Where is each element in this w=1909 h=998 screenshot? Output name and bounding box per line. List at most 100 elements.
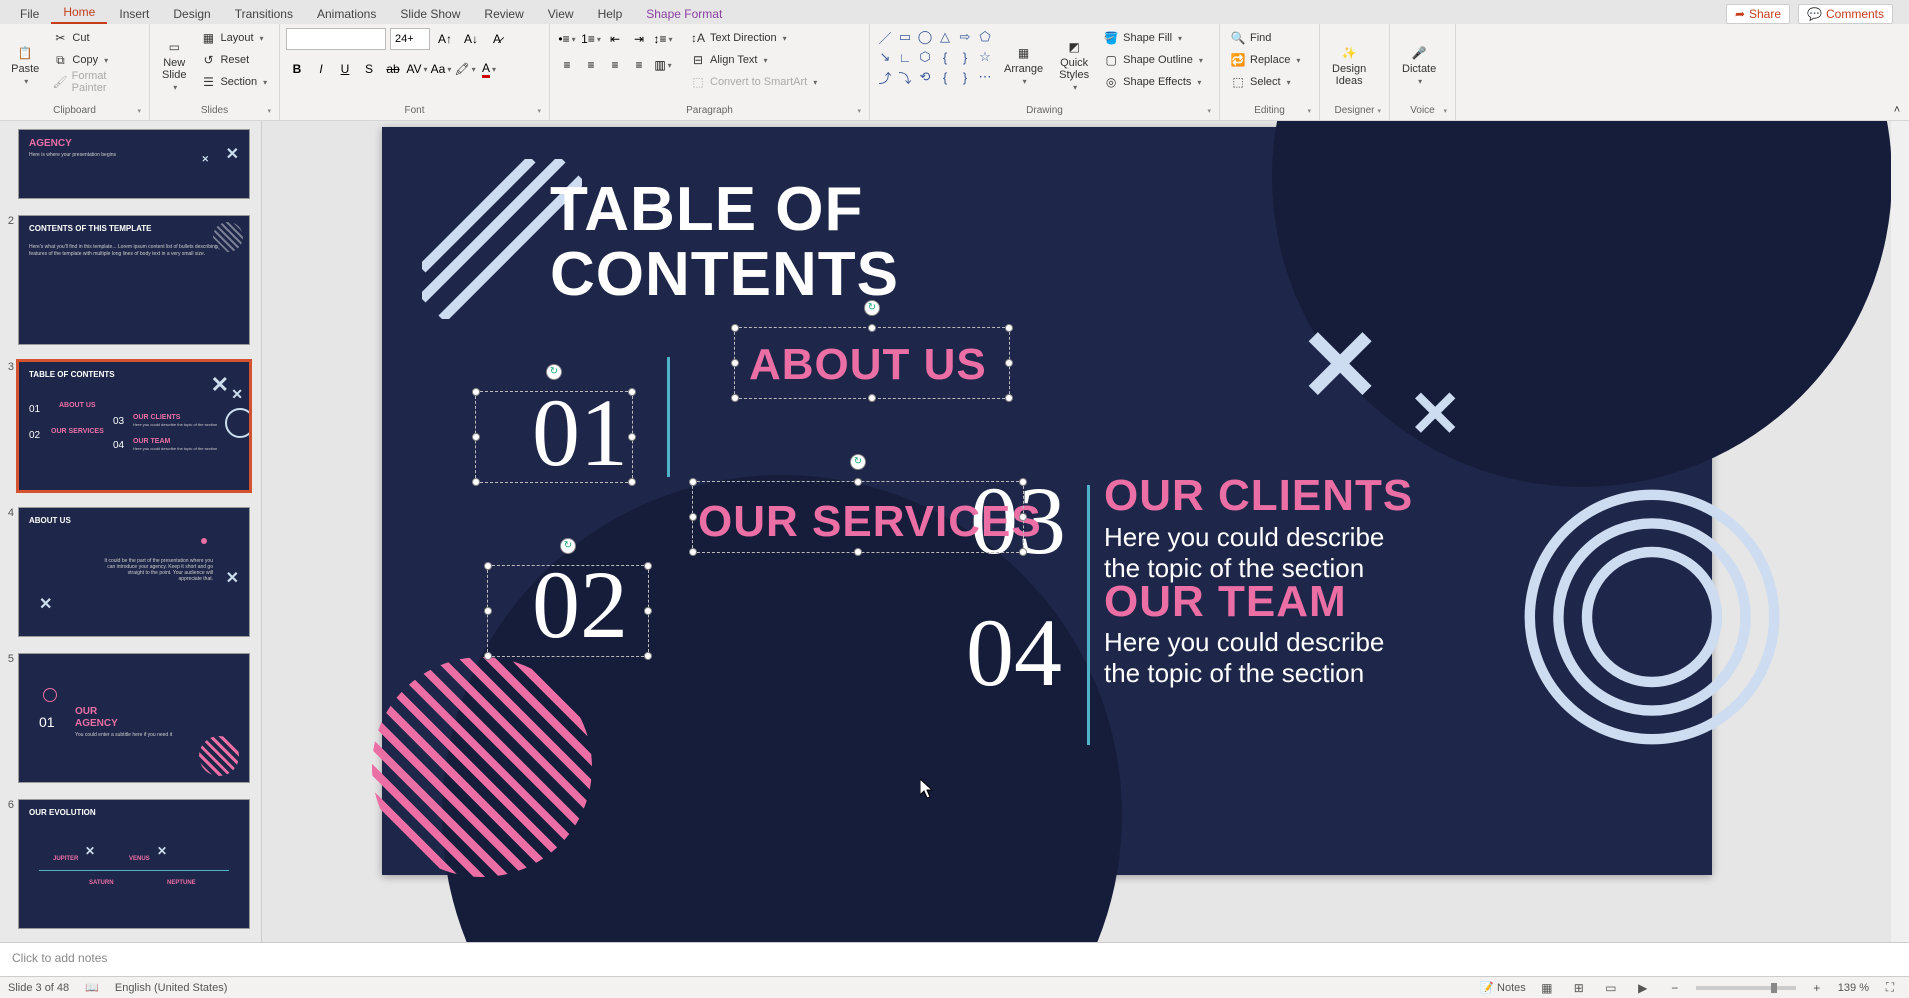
heading-about-us[interactable]: ABOUT US [749, 340, 987, 390]
align-text-button[interactable]: ⊟Align Text▾ [686, 50, 821, 70]
copy-button[interactable]: ⧉Copy▾ [48, 50, 143, 70]
dictate-button[interactable]: 🎤Dictate▾ [1396, 28, 1442, 103]
thumb-desc: Here you could describe the topic of the… [133, 446, 217, 451]
heading-our-team[interactable]: OUR TEAM [1104, 577, 1347, 627]
decrease-indent-button[interactable]: ⇤ [604, 28, 626, 50]
font-name-input[interactable] [286, 28, 386, 50]
toc-number-01[interactable]: 01 [532, 377, 628, 488]
replace-button[interactable]: 🔁Replace▾ [1226, 50, 1304, 70]
tab-slideshow[interactable]: Slide Show [388, 3, 472, 24]
fit-to-window-button[interactable]: ⛶ [1879, 979, 1901, 997]
share-button[interactable]: ➦Share [1726, 4, 1790, 24]
decor-circle [213, 222, 243, 252]
shape-outline-button[interactable]: ▢Shape Outline▾ [1099, 50, 1207, 70]
tab-file[interactable]: File [8, 3, 51, 24]
font-color-button[interactable]: A▾ [478, 58, 500, 80]
slide-thumbnail-6[interactable]: OUR EVOLUTION JUPITER VENUS SATURN NEPTU… [18, 799, 250, 929]
tab-review[interactable]: Review [472, 3, 535, 24]
slide-title[interactable]: TABLE OF CONTENTS [550, 177, 899, 307]
select-label: Select [1250, 76, 1281, 88]
align-right-button[interactable]: ≡ [604, 54, 626, 76]
slide-thumbnail-2[interactable]: CONTENTS OF THIS TEMPLATE Here's what yo… [18, 215, 250, 345]
status-language[interactable]: English (United States) [115, 982, 228, 994]
shape-fill-button[interactable]: 🪣Shape Fill▾ [1099, 28, 1207, 48]
justify-button[interactable]: ≡ [628, 54, 650, 76]
bullets-button[interactable]: •≡▾ [556, 28, 578, 50]
shape-effects-button[interactable]: ◎Shape Effects▾ [1099, 72, 1207, 92]
tab-shape-format[interactable]: Shape Format [634, 3, 734, 24]
spellcheck-icon[interactable]: 📖 [85, 981, 99, 994]
slide-thumbnail-5[interactable]: 01 OUR AGENCY You could enter a subtitle… [18, 653, 250, 783]
notes-pane[interactable]: Click to add notes [0, 942, 1909, 976]
design-ideas-button[interactable]: ✨Design Ideas [1326, 28, 1372, 103]
heading-our-clients[interactable]: OUR CLIENTS [1104, 471, 1413, 521]
cut-button[interactable]: ✂Cut [48, 28, 143, 48]
slide-thumbnail-4[interactable]: ABOUT US It could be the part of the pre… [18, 507, 250, 637]
slide-editor[interactable]: ✕ ✕ TABLE OF CONTENTS 01 02 03 04 ABOUT … [262, 121, 1909, 942]
tab-help[interactable]: Help [586, 3, 635, 24]
slide-thumbnail-1[interactable]: AGENCY Here is where your presentation b… [18, 129, 250, 199]
font-size-input[interactable] [390, 28, 430, 50]
reset-button[interactable]: ↺Reset [196, 50, 271, 70]
heading-our-services[interactable]: OUR SERVICES [698, 497, 1042, 547]
increase-font-button[interactable]: A↑ [434, 28, 456, 50]
decrease-font-button[interactable]: A↓ [460, 28, 482, 50]
new-slide-button[interactable]: ▭ New Slide▾ [156, 28, 192, 103]
char-spacing-button[interactable]: AV▾ [406, 58, 428, 80]
rotate-handle-icon[interactable]: ↻ [850, 454, 866, 470]
italic-button[interactable]: I [310, 58, 332, 80]
notes-toggle-button[interactable]: 📝 Notes [1480, 981, 1526, 994]
text-direction-icon: ↕A [690, 30, 706, 46]
zoom-level[interactable]: 139 % [1838, 982, 1869, 994]
select-button[interactable]: ⬚Select▾ [1226, 72, 1304, 92]
tab-view[interactable]: View [536, 3, 586, 24]
columns-button[interactable]: ▥▾ [652, 54, 674, 76]
sorter-view-button[interactable]: ⊞ [1568, 979, 1590, 997]
paste-button[interactable]: 📋 Paste▾ [6, 28, 44, 103]
normal-view-button[interactable]: ▦ [1536, 979, 1558, 997]
slideshow-view-button[interactable]: ▶ [1632, 979, 1654, 997]
toc-number-02[interactable]: 02 [532, 549, 628, 660]
slide-thumbnail-3[interactable]: TABLE OF CONTENTS ✕✕ 01 ABOUT US 02 OUR … [18, 361, 250, 491]
zoom-slider-thumb[interactable] [1771, 983, 1777, 993]
align-center-button[interactable]: ≡ [580, 54, 602, 76]
thumb-sub: Here is where your presentation begins [29, 152, 116, 158]
comments-button[interactable]: 💬Comments [1798, 4, 1893, 24]
zoom-slider[interactable] [1696, 986, 1796, 990]
zoom-out-button[interactable]: − [1664, 979, 1686, 997]
tab-home[interactable]: Home [51, 1, 107, 24]
highlight-button[interactable]: 🖍▾ [454, 58, 476, 80]
tab-animations[interactable]: Animations [305, 3, 388, 24]
toc-number-04[interactable]: 04 [966, 597, 1062, 708]
desc-our-team[interactable]: Here you could describe the topic of the… [1104, 627, 1384, 689]
increase-indent-button[interactable]: ⇥ [628, 28, 650, 50]
desc-our-clients[interactable]: Here you could describe the topic of the… [1104, 522, 1384, 584]
tab-design[interactable]: Design [161, 3, 222, 24]
section-button[interactable]: ☰Section▾ [196, 72, 271, 92]
slide-thumbnails-panel[interactable]: AGENCY Here is where your presentation b… [0, 121, 262, 942]
bold-button[interactable]: B [286, 58, 308, 80]
slide-canvas[interactable]: ✕ ✕ TABLE OF CONTENTS 01 02 03 04 ABOUT … [382, 127, 1712, 875]
zoom-in-button[interactable]: + [1806, 979, 1828, 997]
numbering-button[interactable]: 1≡▾ [580, 28, 602, 50]
tab-transitions[interactable]: Transitions [223, 3, 305, 24]
change-case-button[interactable]: Aa▾ [430, 58, 452, 80]
clear-formatting-button[interactable]: A̷ [486, 28, 508, 50]
text-direction-button[interactable]: ↕AText Direction▾ [686, 28, 821, 48]
shapes-gallery[interactable]: ／▭◯△⇨⬠ ↘∟⬡{}☆ ⤴⤵⟲{}⋯ [876, 28, 994, 103]
quick-styles-button[interactable]: ◩Quick Styles▾ [1053, 28, 1095, 103]
underline-button[interactable]: U [334, 58, 356, 80]
collapse-ribbon-button[interactable]: ˄ [1885, 100, 1909, 120]
layout-button[interactable]: ▦Layout▾ [196, 28, 271, 48]
vertical-scrollbar[interactable] [1891, 121, 1909, 942]
format-painter-button[interactable]: 🖌Format Painter [48, 72, 143, 92]
convert-smartart-button[interactable]: ⬚Convert to SmartArt▾ [686, 72, 821, 92]
strikethrough-button[interactable]: ab [382, 58, 404, 80]
shadow-button[interactable]: S [358, 58, 380, 80]
find-button[interactable]: 🔍Find [1226, 28, 1304, 48]
reading-view-button[interactable]: ▭ [1600, 979, 1622, 997]
align-left-button[interactable]: ≡ [556, 54, 578, 76]
tab-insert[interactable]: Insert [107, 3, 161, 24]
line-spacing-button[interactable]: ↕≡▾ [652, 28, 674, 50]
arrange-button[interactable]: ▦Arrange▾ [998, 28, 1049, 103]
